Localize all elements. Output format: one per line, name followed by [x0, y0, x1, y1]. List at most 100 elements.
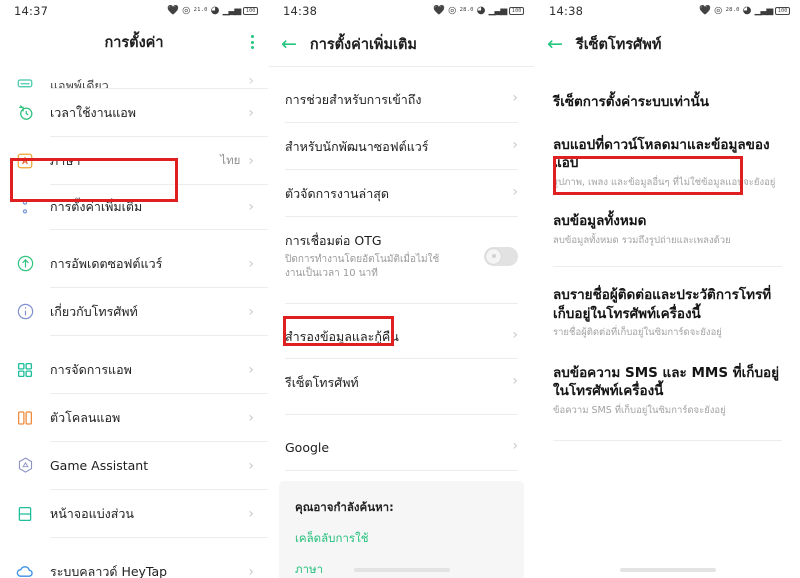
- list-item-description: ปิดการทำงานโดยอัตโนมัติเมื่อไม่ใช้งานเป็…: [285, 253, 440, 279]
- list-item-label: Game Assistant: [50, 458, 149, 473]
- app-management-icon: [12, 357, 38, 383]
- chevron-right-icon: ›: [248, 255, 254, 272]
- chevron-right-icon: ›: [512, 373, 518, 390]
- chevron-right-icon: ›: [512, 183, 518, 200]
- group-separator: [535, 267, 800, 276]
- status-bar: 14:38 🖤 ◎ 28.0 ◕ ▁▃▅ 100: [535, 0, 800, 22]
- signal-icon: ▁▃▅: [222, 5, 242, 16]
- title-bar: ← รีเซ็ตโทรศัพท์: [535, 22, 800, 66]
- chevron-right-icon: ›: [248, 457, 254, 474]
- status-bar-icons: 🖤 ◎ 21.0 ◕ ▁▃▅ 100: [167, 6, 258, 16]
- additional-settings-list: การช่วยสำหรับการเข้าถึง › สำหรับนักพัฒนา…: [269, 76, 534, 472]
- chevron-right-icon: ›: [512, 326, 518, 343]
- chevron-right-icon: ›: [512, 438, 518, 455]
- chevron-right-icon: ›: [248, 104, 254, 121]
- list-item-screen-time[interactable]: เวลาใช้งานแอพ ›: [0, 89, 268, 136]
- temperature-icon: 21.0: [193, 7, 208, 14]
- reset-option-title: ลบข้อมูลทั้งหมด: [553, 213, 647, 230]
- reset-option-erase-contacts-call-history[interactable]: ลบรายชื่อผู้ติดต่อและประวัติการโทรที่เก็…: [535, 275, 800, 351]
- list-item-reset-phone[interactable]: รีเซ็ตโทรศัพท์ ›: [269, 359, 534, 405]
- back-arrow-icon[interactable]: ←: [281, 34, 297, 54]
- list-item-split-screen[interactable]: หน้าจอแบ่งส่วน ›: [0, 490, 268, 537]
- list-item-label: หน้าจอแบ่งส่วน: [50, 505, 134, 521]
- status-bar-time: 14:38: [549, 4, 584, 18]
- list-item-label: การอัพเดตซอฟต์แวร์: [50, 255, 163, 271]
- chevron-right-icon: ›: [248, 409, 254, 426]
- list-item-label: การช่วยสำหรับการเข้าถึง: [285, 92, 422, 107]
- list-item-backup-restore[interactable]: สำรองข้อมูลและกู้คืน ›: [269, 313, 534, 359]
- overflow-menu-icon[interactable]: [251, 35, 254, 49]
- status-bar-icons: 🖤 ◎ 28.0 ◕ ▁▃▅ 100: [433, 6, 524, 16]
- chevron-right-icon: ›: [248, 199, 254, 215]
- chevron-right-icon: ›: [248, 563, 254, 578]
- divider: [285, 470, 518, 472]
- bluetooth-icon: 🖤: [699, 5, 712, 17]
- list-item[interactable]: แอพพ์เดียว ›: [0, 62, 268, 88]
- list-item-language[interactable]: ภาษา ไทย ›: [0, 137, 268, 184]
- divider: [553, 440, 782, 442]
- status-bar-time: 14:38: [283, 4, 318, 18]
- reset-option-system-settings-only[interactable]: รีเซ็ตการตั้งค่าระบบเท่านั้น: [535, 82, 800, 123]
- group-separator: [269, 303, 534, 313]
- wifi-icon: ◕: [476, 5, 486, 16]
- list-item-text: การเชื่อมต่อ OTG ปิดการทำงานโดยอัตโนมัติ…: [285, 230, 484, 281]
- list-item-label: การตั้งค่าเพิ่มเติม: [50, 199, 143, 214]
- shared-apps-icon: [12, 70, 38, 88]
- list-item-otg-connection[interactable]: การเชื่อมต่อ OTG ปิดการทำงานโดยอัตโนมัติ…: [269, 217, 534, 294]
- chevron-right-icon: ›: [248, 152, 254, 169]
- phone-screen-settings: 14:37 🖤 ◎ 21.0 ◕ ▁▃▅ 100 การตั้งค่า แอพพ…: [0, 0, 268, 578]
- list-item-google[interactable]: Google ›: [269, 424, 534, 470]
- additional-settings-icon: [12, 194, 38, 220]
- list-item-recent-task-manager[interactable]: ตัวจัดการงานล่าสุด ›: [269, 170, 534, 216]
- temperature-icon: 28.0: [459, 7, 474, 14]
- back-arrow-icon[interactable]: ←: [547, 34, 563, 54]
- app-clone-icon: [12, 405, 38, 431]
- reset-option-erase-all-data[interactable]: ลบข้อมูลทั้งหมด ลบข้อมูลทั้งหมด รวมถึงรู…: [535, 200, 800, 258]
- signal-icon: ▁▃▅: [488, 5, 508, 16]
- chevron-right-icon: ›: [512, 90, 518, 106]
- reset-option-erase-downloaded-apps[interactable]: ลบแอปที่ดาวน์โหลดมาและข้อมูลของแอป รูปภา…: [535, 123, 800, 201]
- battery-icon: 100: [509, 7, 524, 15]
- reset-option-title: ลบแอปที่ดาวน์โหลดมาและข้อมูลของแอป: [553, 136, 770, 172]
- list-item-label: รีเซ็ตโทรศัพท์: [285, 375, 359, 391]
- reset-option-description: ลบข้อมูลทั้งหมด รวมถึงรูปถ่ายและเพลงด้วย: [553, 234, 731, 246]
- title-bar: การตั้งค่า: [0, 22, 268, 62]
- group-separator: [269, 415, 534, 425]
- list-item-text: Google: [285, 437, 506, 457]
- about-phone-icon: [12, 299, 38, 325]
- list-item-label: การเชื่อมต่อ OTG: [285, 232, 382, 248]
- chevron-right-icon: ›: [512, 136, 518, 153]
- chevron-right-icon: ›: [248, 303, 254, 320]
- chevron-right-icon: ›: [248, 73, 254, 88]
- reset-option-title: ลบข้อความ SMS และ MMS ที่เก็บอยู่ในโทรศั…: [553, 364, 780, 400]
- title-bar: ← การตั้งค่าเพิ่มเติม: [269, 22, 534, 66]
- list-item-label: สำรองข้อมูลและกู้คืน: [285, 328, 399, 344]
- page-title: การตั้งค่า: [104, 34, 164, 51]
- bluetooth-icon: 🖤: [167, 5, 180, 17]
- list-item-app-management[interactable]: การจัดการแอพ ›: [0, 346, 268, 393]
- chevron-right-icon: ›: [248, 361, 254, 378]
- reset-option-erase-sms-mms[interactable]: ลบข้อความ SMS และ MMS ที่เก็บอยู่ในโทรศั…: [535, 351, 800, 429]
- game-assistant-icon: [12, 453, 38, 479]
- battery-icon: 100: [243, 7, 258, 15]
- list-item-developer-options[interactable]: สำหรับนักพัฒนาซอฟต์แวร์ ›: [269, 123, 534, 169]
- suggestion-link-tips[interactable]: เคล็ดลับการใช้: [295, 530, 508, 548]
- list-item-about-phone[interactable]: เกี่ยวกับโทรศัพท์ ›: [0, 288, 268, 335]
- otg-toggle[interactable]: [484, 246, 518, 266]
- reset-options-list: รีเซ็ตการตั้งค่าระบบเท่านั้น ลบแอปที่ดาว…: [535, 82, 800, 442]
- status-bar: 14:38 🖤 ◎ 28.0 ◕ ▁▃▅ 100: [269, 0, 534, 22]
- list-item-app-clone[interactable]: ตัวโคลนแอพ ›: [0, 394, 268, 441]
- status-bar-icons: 🖤 ◎ 28.0 ◕ ▁▃▅ 100: [699, 6, 790, 16]
- group-separator: [0, 336, 268, 346]
- list-item-software-update[interactable]: การอัพเดตซอฟต์แวร์ ›: [0, 240, 268, 287]
- list-item-additional-settings[interactable]: การตั้งค่าเพิ่มเติม ›: [0, 185, 268, 229]
- suggestions-card: คุณอาจกำลังค้นหา: เคล็ดลับการใช้ ภาษา กา…: [279, 481, 524, 578]
- list-item-label: เกี่ยวกับโทรศัพท์: [50, 303, 138, 319]
- heytap-cloud-icon: [12, 559, 38, 578]
- signal-icon: ▁▃▅: [754, 5, 774, 16]
- group-separator: [0, 230, 268, 240]
- page-title: รีเซ็ตโทรศัพท์: [575, 36, 662, 53]
- list-item-game-assistant[interactable]: Game Assistant ›: [0, 442, 268, 489]
- list-item-heytap-cloud[interactable]: ระบบคลาวด์ HeyTap ›: [0, 548, 268, 578]
- list-item-accessibility[interactable]: การช่วยสำหรับการเข้าถึง ›: [269, 76, 534, 122]
